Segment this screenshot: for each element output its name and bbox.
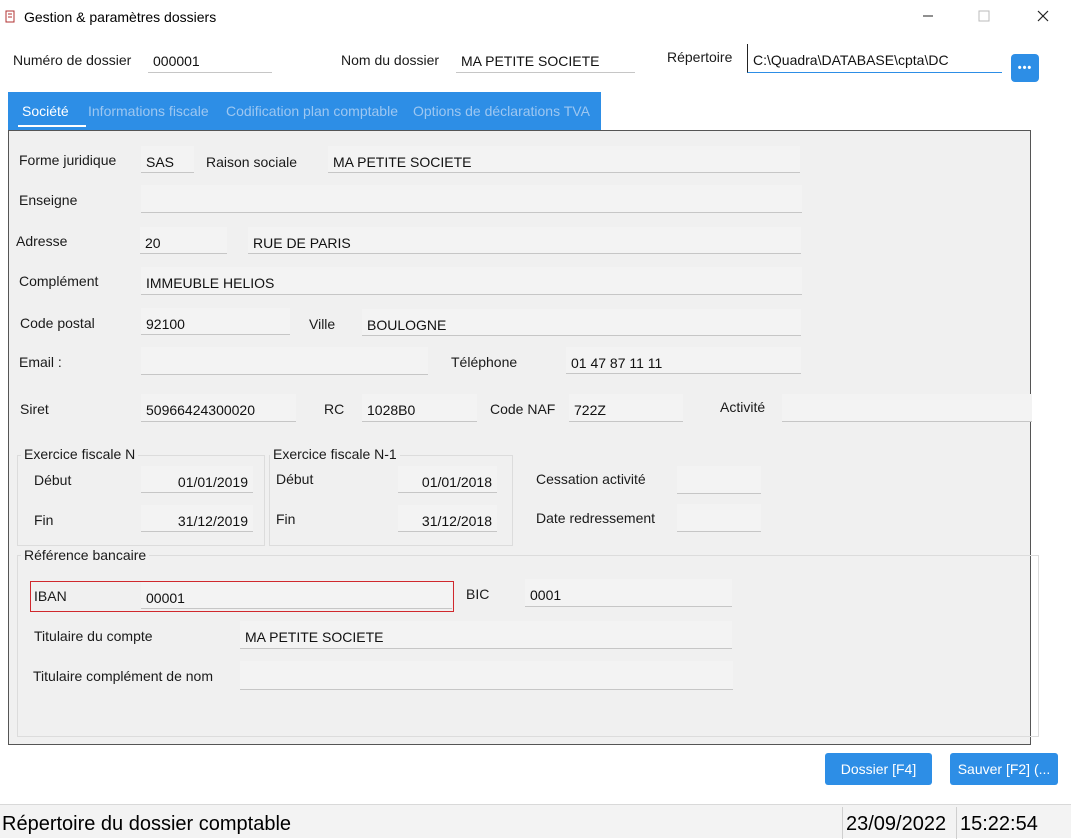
titulaire-complement-field[interactable]	[240, 661, 733, 690]
dossier-button-label: Dossier [F4]	[840, 761, 917, 777]
email-field[interactable]	[141, 347, 428, 375]
exercice-n1-debut-field[interactable]: 01/01/2018	[398, 466, 497, 493]
forme-juridique-field[interactable]: SAS	[141, 146, 194, 173]
tab-options-declarations-tva[interactable]: Options de déclarations TVA	[413, 92, 590, 130]
sauver-button-label: Sauver [F2] (...	[957, 761, 1051, 777]
status-bar: Répertoire du dossier comptable 23/09/20…	[0, 804, 1071, 839]
exercice-n-debut-field[interactable]: 01/01/2019	[141, 466, 253, 493]
activite-label: Activité	[720, 399, 766, 415]
status-date: 23/09/2022	[846, 813, 947, 835]
code-postal-label: Code postal	[20, 315, 95, 331]
close-icon	[1037, 10, 1049, 22]
maximize-icon	[978, 10, 990, 22]
activite-field[interactable]	[782, 394, 1032, 422]
ville-field[interactable]: BOULOGNE	[362, 309, 801, 336]
repertoire-field[interactable]: C:\Quadra\DATABASE\cpta\DC	[747, 44, 1002, 73]
code-postal-field[interactable]: 92100	[141, 308, 290, 335]
active-tab-indicator	[18, 125, 86, 127]
bic-field[interactable]: 0001	[525, 579, 732, 607]
exercice-n1-title: Exercice fiscale N-1	[270, 446, 400, 462]
numero-dossier-field[interactable]: 000001	[148, 45, 272, 73]
date-redressement-field[interactable]	[677, 504, 761, 532]
status-divider	[842, 807, 843, 839]
iban-label: IBAN	[34, 588, 67, 604]
cessation-activite-label: Cessation activité	[536, 471, 646, 487]
cessation-activite-field[interactable]	[677, 466, 761, 494]
tab-informations-fiscale[interactable]: Informations fiscale	[88, 92, 209, 130]
email-label: Email :	[19, 354, 62, 370]
title-bar: Gestion & paramètres dossiers	[0, 0, 1071, 34]
iban-field[interactable]: 00001	[141, 582, 452, 609]
adresse-numero-field[interactable]: 20	[140, 227, 227, 254]
status-message: Répertoire du dossier comptable	[2, 813, 292, 835]
tab-bar: Société Informations fiscale Codificatio…	[8, 92, 601, 130]
exercice-n-debut-label: Début	[34, 472, 72, 488]
adresse-rue-field[interactable]: RUE DE PARIS	[248, 227, 801, 254]
maximize-button[interactable]	[961, 0, 1007, 32]
tab-codification-plan-comptable[interactable]: Codification plan comptable	[226, 92, 398, 130]
complement-field[interactable]: IMMEUBLE HELIOS	[141, 267, 802, 295]
exercice-n-title: Exercice fiscale N	[21, 446, 139, 462]
telephone-label: Téléphone	[451, 354, 518, 370]
enseigne-field[interactable]	[141, 185, 802, 213]
siret-label: Siret	[20, 401, 49, 417]
telephone-field[interactable]: 01 47 87 11 11	[566, 347, 801, 374]
numero-dossier-label: Numéro de dossier	[13, 52, 132, 68]
rc-field[interactable]: 1028B0	[362, 394, 477, 422]
complement-label: Complément	[19, 273, 99, 289]
nom-dossier-label: Nom du dossier	[341, 52, 440, 68]
siret-field[interactable]: 50966424300020	[141, 394, 296, 422]
titulaire-complement-label: Titulaire complément de nom	[33, 668, 214, 684]
code-naf-label: Code NAF	[490, 401, 556, 417]
window-title: Gestion & paramètres dossiers	[24, 9, 217, 25]
date-redressement-label: Date redressement	[536, 510, 656, 526]
sauver-button[interactable]: Sauver [F2] (...	[950, 753, 1058, 785]
status-time: 15:22:54	[960, 813, 1038, 835]
raison-sociale-field[interactable]: MA PETITE SOCIETE	[328, 146, 800, 173]
exercice-n1-debut-label: Début	[276, 471, 314, 487]
status-divider	[956, 807, 957, 839]
ville-label: Ville	[309, 316, 336, 332]
code-naf-field[interactable]: 722Z	[569, 394, 683, 422]
adresse-label: Adresse	[16, 233, 68, 249]
minimize-icon	[923, 15, 933, 17]
close-button[interactable]	[1020, 0, 1066, 32]
dossier-button[interactable]: Dossier [F4]	[825, 753, 932, 785]
titulaire-compte-label: Titulaire du compte	[34, 628, 153, 644]
reference-bancaire-title: Référence bancaire	[21, 547, 150, 563]
minimize-button[interactable]	[905, 0, 951, 32]
bic-label: BIC	[466, 586, 490, 602]
forme-juridique-label: Forme juridique	[19, 152, 117, 168]
exercice-n1-fin-field[interactable]: 31/12/2018	[398, 505, 497, 532]
titulaire-compte-field[interactable]: MA PETITE SOCIETE	[240, 621, 732, 649]
repertoire-label: Répertoire	[667, 49, 733, 65]
exercice-n-fin-label: Fin	[34, 512, 54, 528]
app-icon	[5, 10, 15, 23]
raison-sociale-label: Raison sociale	[206, 154, 298, 170]
more-icon: •••	[1017, 62, 1033, 74]
exercice-n-fin-field[interactable]: 31/12/2019	[141, 505, 253, 532]
nom-dossier-field[interactable]: MA PETITE SOCIETE	[456, 45, 635, 73]
exercice-n1-fin-label: Fin	[276, 511, 296, 527]
enseigne-label: Enseigne	[19, 192, 78, 208]
rc-label: RC	[324, 401, 345, 417]
browse-button[interactable]: •••	[1011, 54, 1039, 82]
